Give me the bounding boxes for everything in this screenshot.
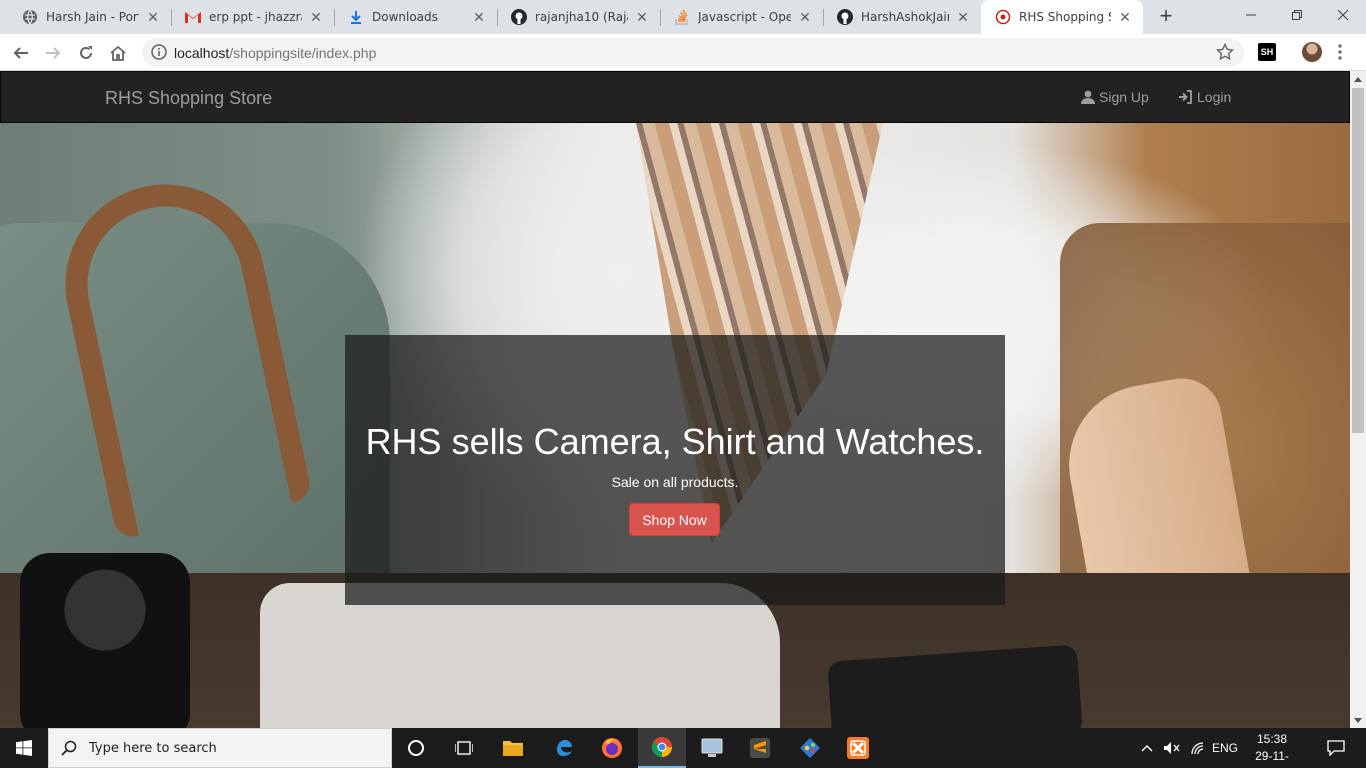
cortana-icon[interactable] xyxy=(392,728,440,768)
tab-close-icon[interactable]: ✕ xyxy=(471,9,487,26)
hero-carousel-image: RHS sells Camera, Shirt and Watches. Sal… xyxy=(0,123,1350,728)
tab-title: Javascript - Open xyxy=(698,10,791,24)
gmail-icon xyxy=(185,9,201,25)
scroll-down-arrow-icon[interactable] xyxy=(1350,712,1366,728)
url-text[interactable]: localhost/shoppingsite/index.php xyxy=(174,45,376,61)
login-link[interactable]: Login xyxy=(1178,89,1231,105)
close-window-button[interactable] xyxy=(1320,0,1366,30)
tab-title: rajanjha10 (Rajan J xyxy=(535,10,628,24)
home-button[interactable] xyxy=(105,40,131,66)
tab-close-icon[interactable]: ✕ xyxy=(634,9,650,26)
tab-downloads[interactable]: Downloads ✕ xyxy=(334,0,497,34)
scroll-thumb[interactable] xyxy=(1352,88,1364,433)
download-icon xyxy=(348,9,364,25)
url-path: /shoppingsite/index.php xyxy=(229,45,377,61)
github-icon xyxy=(511,9,527,25)
tab-strip: Harsh Jain - Portfo ✕ erp ppt - jhazzraj… xyxy=(0,0,1366,34)
system-app-icon[interactable] xyxy=(688,728,736,768)
address-bar[interactable]: localhost/shoppingsite/index.php xyxy=(142,38,1244,67)
tab-github-harshashokjain[interactable]: HarshAshokJain/C ✕ xyxy=(823,0,981,34)
site-brand[interactable]: RHS Shopping Store xyxy=(105,88,272,109)
file-explorer-icon[interactable] xyxy=(489,728,537,768)
restore-button[interactable] xyxy=(1274,0,1320,30)
wifi-icon[interactable] xyxy=(1188,728,1208,768)
browser-toolbar: localhost/shoppingsite/index.php SH xyxy=(0,34,1366,71)
show-hidden-icons[interactable] xyxy=(1138,728,1156,768)
task-view-icon[interactable] xyxy=(440,728,488,768)
tab-harsh-portfolio[interactable]: Harsh Jain - Portfo ✕ xyxy=(8,0,171,34)
tab-title: erp ppt - jhazzraja xyxy=(209,10,302,24)
taskbar-search-placeholder: Type here to search xyxy=(89,741,217,756)
chrome-menu-icon[interactable] xyxy=(1338,44,1342,65)
edge-browser-icon[interactable] xyxy=(540,728,588,768)
tab-erp-ppt[interactable]: erp ppt - jhazzraja ✕ xyxy=(171,0,334,34)
clock-time: 15:38 xyxy=(1256,732,1288,746)
tab-javascript-stackoverflow[interactable]: Javascript - Open ✕ xyxy=(660,0,823,34)
sh-extension-icon[interactable]: SH xyxy=(1258,43,1276,61)
site-navbar: RHS Shopping Store Sign Up Login xyxy=(0,71,1350,123)
login-label: Login xyxy=(1197,89,1232,105)
start-button[interactable] xyxy=(0,728,48,768)
tab-close-icon[interactable]: ✕ xyxy=(955,9,971,26)
page-scrollbar[interactable] xyxy=(1350,71,1366,728)
sourcetree-icon[interactable] xyxy=(786,728,834,768)
url-host: localhost xyxy=(174,45,230,61)
signup-label: Sign Up xyxy=(1099,89,1149,105)
back-button[interactable] xyxy=(8,40,34,66)
taskbar-search[interactable]: Type here to search xyxy=(48,728,392,768)
web-page: RHS Shopping Store Sign Up Login RHS sel… xyxy=(0,71,1350,728)
tab-close-icon[interactable]: ✕ xyxy=(1117,9,1133,26)
sublime-text-icon[interactable] xyxy=(736,728,784,768)
signup-link[interactable]: Sign Up xyxy=(1081,89,1149,105)
reload-button[interactable] xyxy=(73,40,99,66)
xampp-icon[interactable] xyxy=(834,728,882,768)
chrome-taskbar-icon[interactable] xyxy=(638,728,686,768)
volume-muted-icon[interactable] xyxy=(1162,728,1182,768)
site-icon xyxy=(995,9,1011,25)
shop-now-button[interactable]: Shop Now xyxy=(629,503,720,536)
windows-taskbar: Type here to search ENG 15:38 29-11-2019 xyxy=(0,728,1366,768)
info-icon[interactable] xyxy=(151,44,167,60)
clock-date: 29-11-2019 xyxy=(1255,749,1289,768)
forward-button[interactable] xyxy=(40,40,66,66)
github-icon xyxy=(837,9,853,25)
search-icon xyxy=(61,740,77,761)
tab-close-icon[interactable]: ✕ xyxy=(308,9,324,26)
hero-caption: RHS sells Camera, Shirt and Watches. Sal… xyxy=(345,335,1005,605)
hero-subtext: Sale on all products. xyxy=(611,474,739,490)
globe-icon xyxy=(22,9,38,25)
language-indicator[interactable]: ENG xyxy=(1211,728,1239,768)
windows-logo-icon xyxy=(16,740,32,756)
new-tab-button[interactable]: + xyxy=(1154,5,1178,29)
scroll-up-arrow-icon[interactable] xyxy=(1350,71,1366,87)
tab-title: HarshAshokJain/C xyxy=(861,10,949,24)
firefox-icon[interactable] xyxy=(588,728,636,768)
tab-title: Harsh Jain - Portfo xyxy=(46,10,139,24)
minimize-button[interactable] xyxy=(1228,0,1274,30)
tab-github-rajanjha10[interactable]: rajanjha10 (Rajan J ✕ xyxy=(497,0,660,34)
tab-title: Downloads xyxy=(372,10,438,24)
taskbar-clock[interactable]: 15:38 29-11-2019 xyxy=(1244,731,1300,768)
action-center-icon[interactable] xyxy=(1318,728,1354,768)
user-icon xyxy=(1081,90,1095,104)
profile-avatar[interactable] xyxy=(1302,42,1322,62)
hero-heading: RHS sells Camera, Shirt and Watches. xyxy=(365,421,985,462)
tab-close-icon[interactable]: ✕ xyxy=(145,9,161,26)
tab-close-icon[interactable]: ✕ xyxy=(797,9,813,26)
bookmark-star-icon[interactable] xyxy=(1215,42,1235,66)
stackoverflow-icon xyxy=(674,9,690,25)
login-icon xyxy=(1179,90,1192,104)
tab-title: RHS Shopping Sto xyxy=(1019,10,1111,24)
tab-rhs-shopping-store[interactable]: RHS Shopping Sto ✕ xyxy=(981,0,1143,34)
